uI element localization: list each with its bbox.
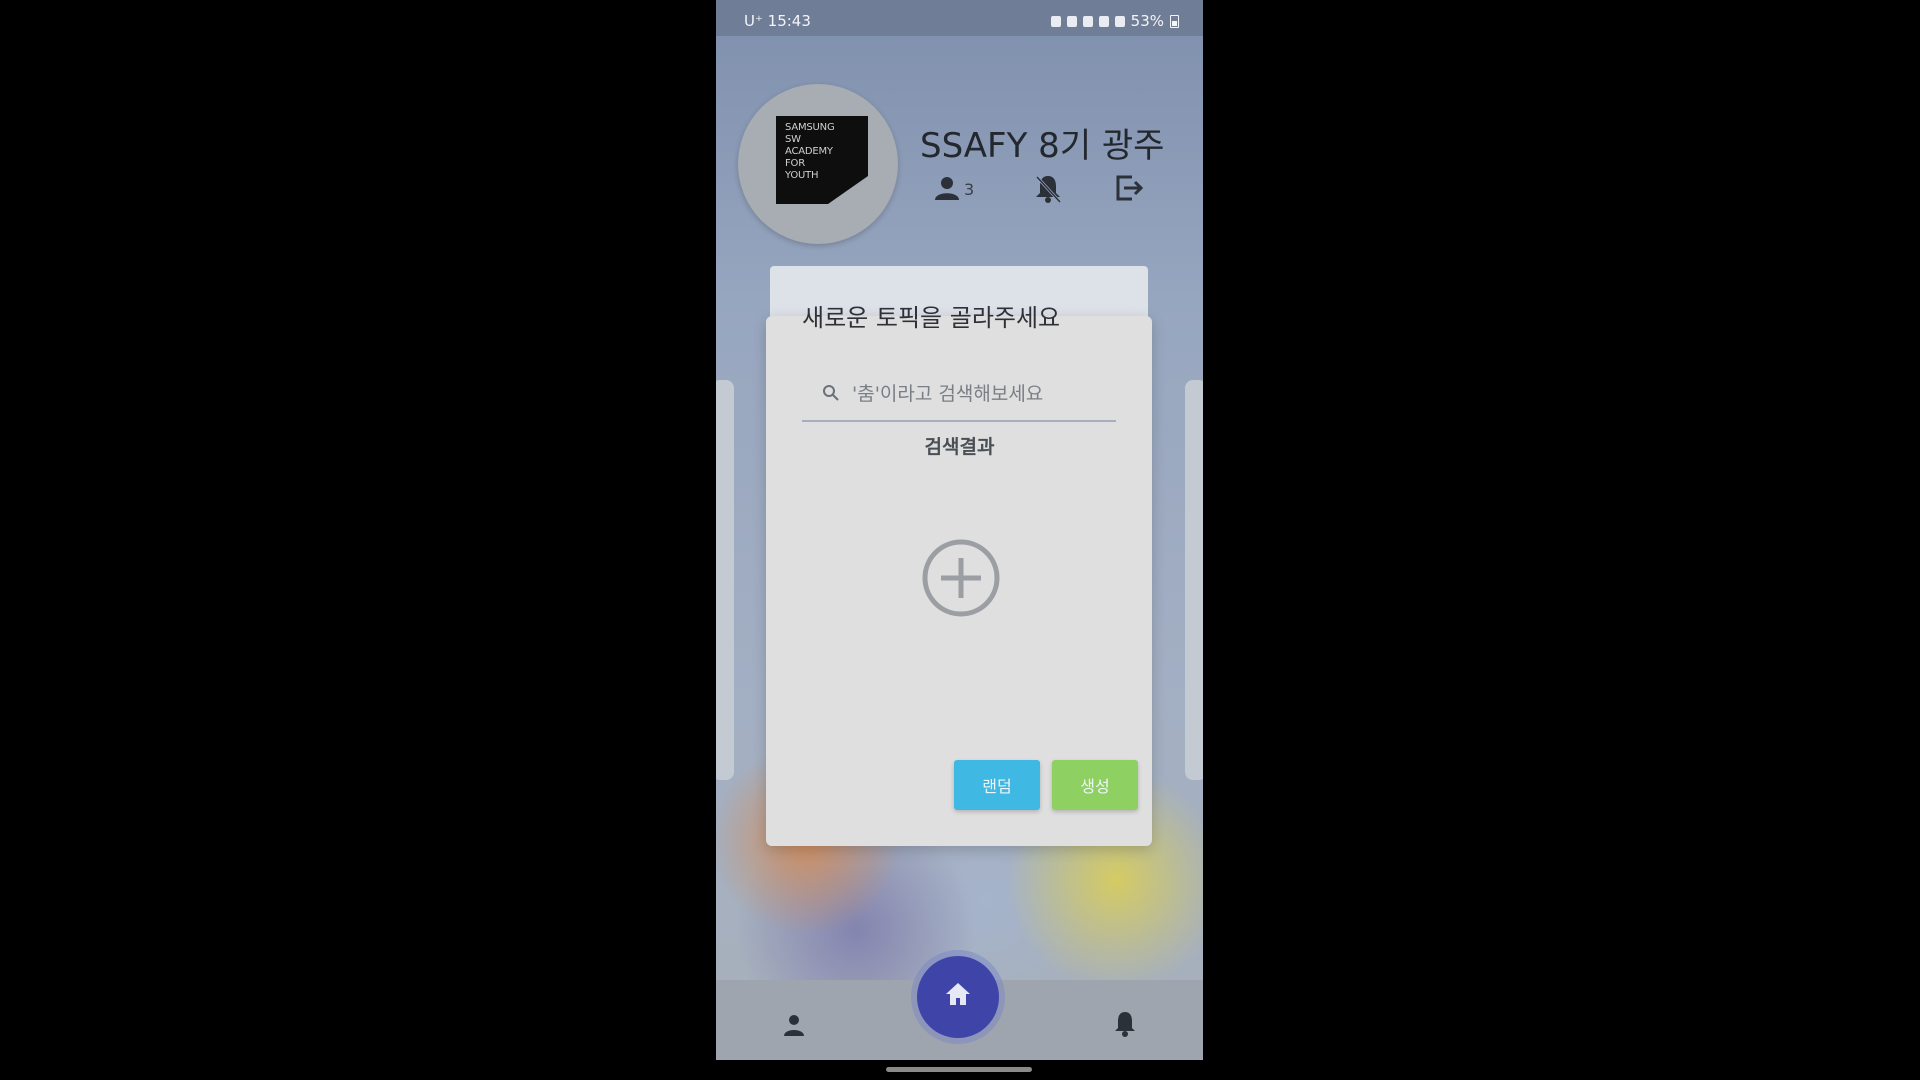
logo-line: SAMSUNG bbox=[785, 122, 835, 133]
status-icons: 53% bbox=[1050, 12, 1179, 30]
search-bar bbox=[802, 370, 1116, 422]
status-bar: U⁺ 15:43 53% bbox=[716, 0, 1203, 36]
battery-percent: 53% bbox=[1130, 12, 1164, 30]
mute-icon bbox=[1082, 15, 1093, 27]
home-button[interactable] bbox=[917, 956, 999, 1038]
group-actions: 3 bbox=[934, 174, 1154, 206]
group-title: SSAFY 8기 광주 bbox=[920, 126, 1165, 166]
battery-icon bbox=[1170, 14, 1179, 28]
dialog-title: 새로운 토픽을 골라주세요 bbox=[802, 304, 1061, 332]
search-icon bbox=[822, 384, 840, 406]
status-time: U⁺ 15:43 bbox=[744, 12, 811, 30]
exit-icon[interactable] bbox=[1114, 174, 1144, 206]
nav-bell-icon[interactable] bbox=[1113, 1010, 1137, 1042]
logo-notch bbox=[828, 176, 868, 204]
create-button[interactable]: 생성 bbox=[1052, 760, 1138, 810]
random-button[interactable]: 랜덤 bbox=[954, 760, 1040, 810]
nav-profile-icon[interactable] bbox=[782, 1014, 806, 1040]
wifi-icon bbox=[1098, 15, 1109, 27]
person-icon[interactable] bbox=[934, 176, 960, 204]
signal-icon bbox=[1114, 15, 1125, 27]
search-input[interactable] bbox=[850, 376, 1104, 412]
home-indicator bbox=[886, 1067, 1032, 1072]
phone-screen: U⁺ 15:43 53% SAMSUNG SW ACADEMY FOR YOUT… bbox=[716, 0, 1203, 1060]
logo-line: SW bbox=[785, 134, 801, 145]
lock-icon bbox=[1050, 15, 1061, 27]
group-avatar[interactable]: SAMSUNG SW ACADEMY FOR YOUTH bbox=[738, 84, 898, 244]
results-label: 검색결과 bbox=[924, 436, 995, 458]
logo-line: ACADEMY bbox=[785, 146, 833, 157]
alarm-icon bbox=[1066, 15, 1077, 27]
member-count: 3 bbox=[964, 180, 975, 199]
bell-off-icon[interactable] bbox=[1034, 174, 1062, 208]
add-circle-icon[interactable] bbox=[921, 538, 1001, 618]
logo-line: FOR bbox=[785, 158, 805, 169]
home-icon bbox=[946, 983, 970, 1005]
